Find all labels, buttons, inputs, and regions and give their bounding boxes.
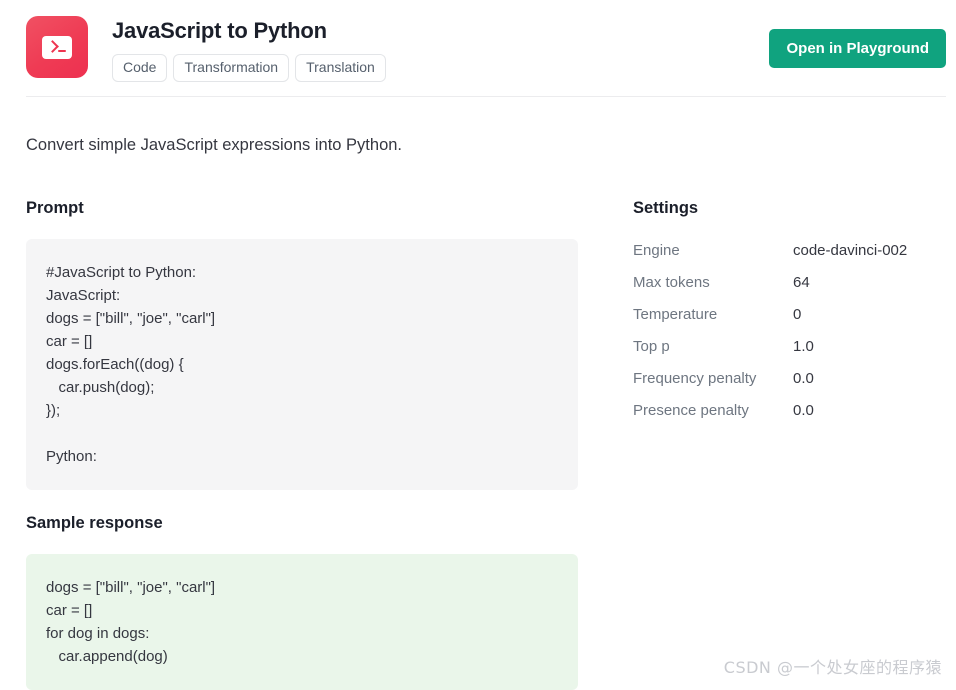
tag-list: Code Transformation Translation: [112, 54, 386, 82]
page-header: JavaScript to Python Code Transformation…: [26, 16, 946, 80]
prompt-heading: Prompt: [26, 198, 578, 218]
setting-row-temperature: Temperature 0: [633, 305, 933, 337]
sample-response-heading: Sample response: [26, 513, 578, 533]
tag-transformation[interactable]: Transformation: [173, 54, 289, 82]
tag-code[interactable]: Code: [112, 54, 167, 82]
setting-row-max-tokens: Max tokens 64: [633, 273, 933, 305]
settings-list: Engine code-davinci-002 Max tokens 64 Te…: [633, 241, 933, 433]
setting-value-frequency-penalty: 0.0: [793, 369, 814, 389]
header-divider: [26, 96, 946, 97]
page-root: JavaScript to Python Code Transformation…: [0, 0, 956, 688]
settings-heading: Settings: [633, 198, 933, 218]
setting-label-max-tokens: Max tokens: [633, 273, 793, 293]
settings-section: Settings Engine code-davinci-002 Max tok…: [633, 198, 933, 433]
sample-response-section: Sample response dogs = ["bill", "joe", "…: [26, 513, 578, 690]
watermark: CSDN @一个处女座的程序猿: [724, 654, 942, 678]
setting-label-engine: Engine: [633, 241, 793, 261]
setting-label-presence-penalty: Presence penalty: [633, 401, 793, 421]
tag-translation[interactable]: Translation: [295, 54, 386, 82]
setting-value-top-p: 1.0: [793, 337, 814, 357]
open-in-playground-button[interactable]: Open in Playground: [769, 29, 946, 68]
header-text-group: JavaScript to Python Code Transformation…: [112, 16, 386, 82]
terminal-icon-chevron: [46, 40, 59, 53]
setting-row-engine: Engine code-davinci-002: [633, 241, 933, 273]
prompt-code-block: #JavaScript to Python: JavaScript: dogs …: [26, 239, 578, 490]
terminal-icon: [26, 16, 88, 78]
page-description: Convert simple JavaScript expressions in…: [26, 134, 402, 156]
setting-label-top-p: Top p: [633, 337, 793, 357]
page-title: JavaScript to Python: [112, 18, 386, 44]
setting-value-max-tokens: 64: [793, 273, 810, 293]
sample-response-code-block: dogs = ["bill", "joe", "carl"] car = [] …: [26, 554, 578, 690]
terminal-icon-cursor: [58, 50, 66, 53]
setting-value-temperature: 0: [793, 305, 801, 325]
setting-row-presence-penalty: Presence penalty 0.0: [633, 401, 933, 433]
setting-row-frequency-penalty: Frequency penalty 0.0: [633, 369, 933, 401]
terminal-icon-screen: [42, 36, 72, 59]
prompt-section: Prompt #JavaScript to Python: JavaScript…: [26, 198, 578, 490]
setting-row-top-p: Top p 1.0: [633, 337, 933, 369]
setting-value-presence-penalty: 0.0: [793, 401, 814, 421]
setting-label-frequency-penalty: Frequency penalty: [633, 369, 793, 389]
setting-value-engine: code-davinci-002: [793, 241, 907, 261]
setting-label-temperature: Temperature: [633, 305, 793, 325]
